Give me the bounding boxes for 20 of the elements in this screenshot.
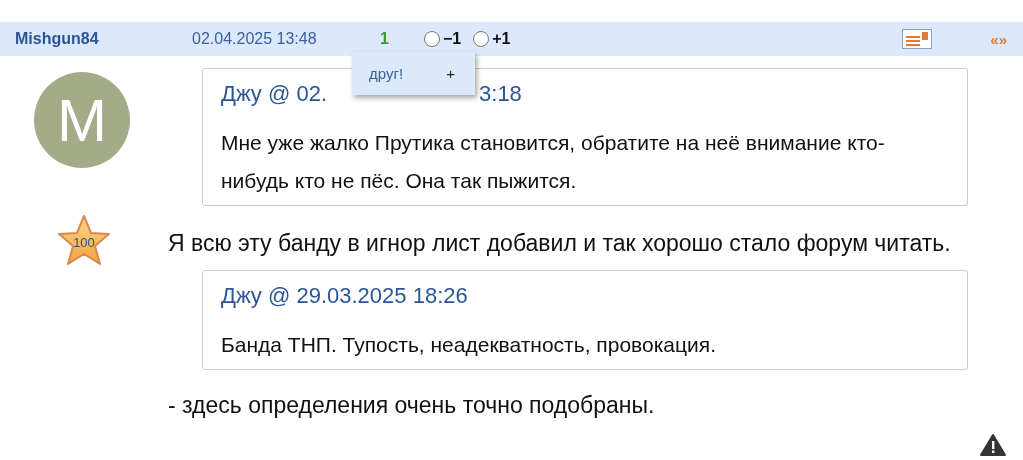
- rating-count: 1: [380, 30, 390, 48]
- quote-author: Джу @: [221, 81, 291, 106]
- add-button[interactable]: +: [446, 65, 455, 82]
- quote-date[interactable]: 29.03.2025 18:26: [296, 283, 468, 308]
- post-text: - здесь определения очень точно подобраны.: [168, 391, 656, 420]
- warning-icon[interactable]: [980, 434, 1006, 456]
- quote-author: Джу @: [221, 283, 291, 308]
- quote-text: Мне уже жалко Прутика становится, обратите на неё внимание кто-нибудь кто не пёс. Она так пыжится.: [221, 130, 886, 194]
- quote-date[interactable]: 02.: [296, 81, 328, 106]
- card-icon[interactable]: [902, 29, 933, 49]
- vote-radio[interactable]: +1: [473, 30, 511, 48]
- user-avatar: M: [34, 72, 130, 168]
- post-datetime: 02.04.2025 13:48: [192, 30, 318, 48]
- username[interactable]: Mishgun84: [15, 30, 192, 48]
- quote-text: Банда ТНП. Тупость, неадекватность, провокация.: [221, 332, 717, 358]
- star-badge: 100: [57, 214, 111, 266]
- popup-label: друг!: [369, 65, 404, 82]
- quote-time: 3:18: [479, 81, 522, 106]
- vote-radio[interactable]: −1: [424, 30, 462, 48]
- post-text: Я всю эту банду в игнор лист добавил и так хорошо стало форум читать.: [168, 229, 952, 258]
